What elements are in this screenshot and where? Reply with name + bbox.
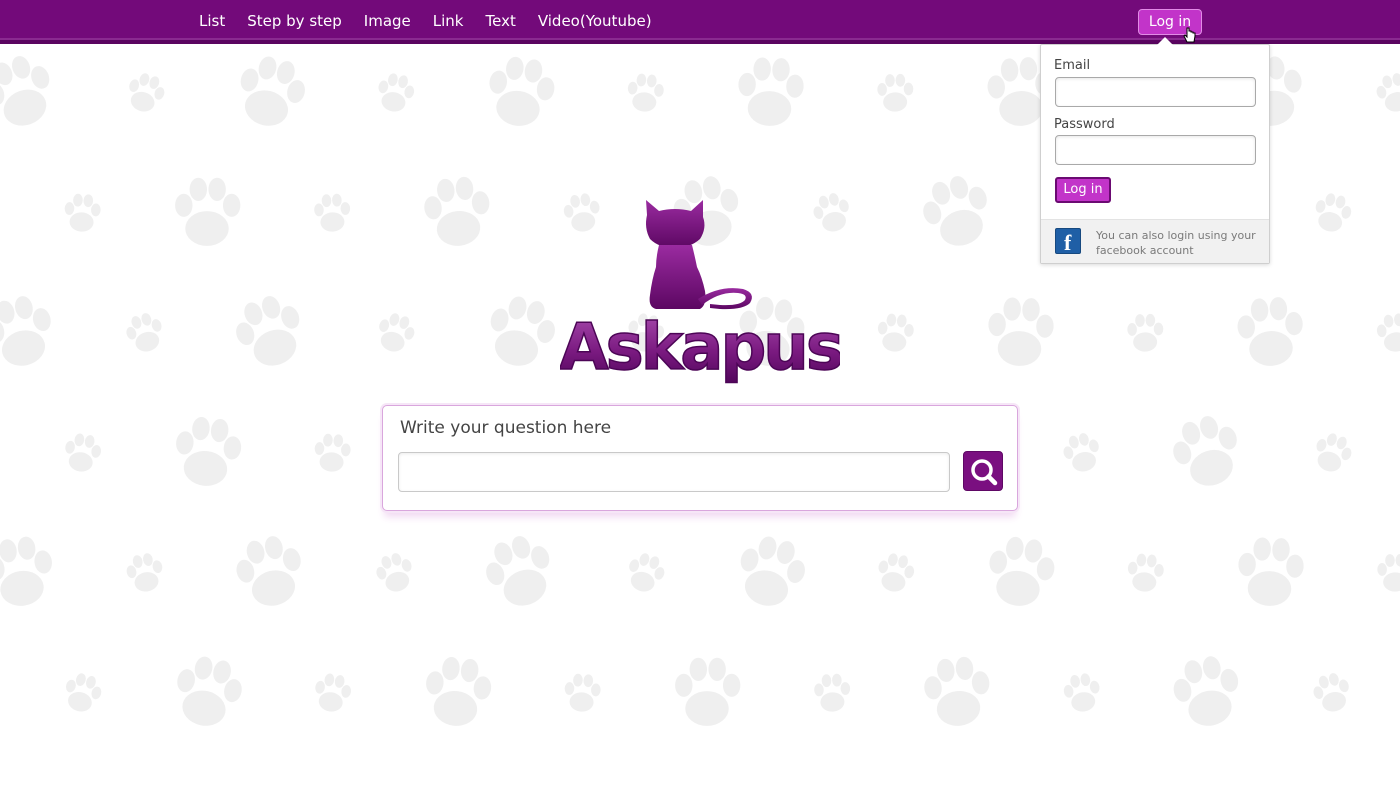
paw-print-56	[983, 533, 1059, 611]
paw-print-19	[915, 169, 999, 255]
nav-link-list[interactable]: List	[199, 12, 225, 30]
login-dropdown: Email Password Log in f You can also log…	[1040, 37, 1270, 264]
paw-print-11	[1373, 70, 1400, 116]
paw-print-60	[60, 670, 105, 716]
facebook-login-text[interactable]: You can also login using your facebook a…	[1096, 228, 1261, 258]
email-field[interactable]	[1055, 77, 1256, 107]
paw-print-28	[481, 291, 562, 374]
paw-print-33	[1127, 313, 1164, 352]
paw-print-45	[1165, 409, 1249, 495]
paw-print-49	[123, 550, 167, 595]
paw-print-55	[874, 551, 917, 595]
paw-print-13	[175, 177, 241, 246]
login-submit-button[interactable]: Log in	[1055, 177, 1111, 203]
nav-link-video[interactable]: Video(Youtube)	[538, 12, 652, 30]
paw-print-26	[227, 288, 313, 375]
paw-print-59	[1377, 553, 1400, 592]
paw-print-36	[61, 431, 104, 475]
paw-print-53	[623, 549, 669, 597]
paw-print-58	[1237, 536, 1305, 608]
paw-print-6	[737, 56, 805, 128]
nav-link-image[interactable]: Image	[364, 12, 411, 30]
logo-text: Askapus	[560, 311, 840, 385]
paw-print-66	[813, 673, 852, 713]
paw-print-38	[313, 433, 352, 473]
paw-print-52	[477, 528, 563, 615]
paw-print-3	[374, 71, 417, 115]
search-button[interactable]	[963, 451, 1003, 491]
paw-print-2	[231, 51, 312, 134]
paw-print-69	[1168, 651, 1247, 732]
facebook-login-section: f You can also login using your facebook…	[1041, 219, 1269, 263]
paw-print-0	[0, 48, 63, 135]
hand-cursor-icon	[1183, 27, 1196, 43]
paw-print-27	[373, 309, 419, 357]
paw-print-61	[169, 651, 248, 733]
question-search-box: Write your question here	[382, 405, 1018, 511]
paw-print-32	[987, 296, 1055, 368]
paw-print-57	[1125, 552, 1166, 594]
paw-print-62	[311, 671, 354, 715]
paw-print-22	[1310, 190, 1355, 236]
paw-print-51	[372, 549, 418, 596]
paw-print-50	[230, 530, 311, 613]
search-title: Write your question here	[400, 418, 612, 438]
paw-print-48	[0, 533, 58, 611]
paw-print-64	[563, 673, 602, 713]
paw-print-7	[877, 73, 914, 112]
paw-print-37	[171, 414, 244, 490]
paw-print-44	[1059, 429, 1105, 476]
paw-print-67	[921, 654, 994, 730]
paw-print-68	[1061, 671, 1103, 715]
paw-print-35	[1375, 311, 1400, 354]
email-label: Email	[1054, 58, 1091, 73]
paw-print-12	[63, 193, 102, 233]
paw-print-25	[122, 309, 168, 356]
question-input[interactable]	[398, 452, 950, 492]
askapus-logo[interactable]: Askapus	[558, 195, 846, 390]
paw-print-24	[0, 290, 61, 373]
nav-link-link[interactable]: Link	[433, 12, 464, 30]
paw-print-5	[625, 72, 666, 114]
paw-print-15	[421, 174, 494, 250]
paw-print-46	[1309, 429, 1356, 477]
paw-print-31	[875, 312, 916, 354]
nav-links: List Step by step Image Link Text Video(…	[199, 0, 674, 42]
nav-link-text[interactable]: Text	[485, 12, 515, 30]
paw-print-70	[1309, 669, 1355, 716]
search-icon	[971, 459, 998, 486]
nav-link-step-by-step[interactable]: Step by step	[247, 12, 342, 30]
cat-silhouette-icon	[646, 200, 752, 310]
password-field[interactable]	[1055, 135, 1256, 165]
paw-print-65	[675, 657, 741, 726]
paw-print-4	[483, 53, 559, 131]
paw-print-1	[123, 69, 169, 117]
paw-print-54	[731, 531, 812, 614]
paw-print-34	[1235, 295, 1306, 369]
facebook-icon[interactable]: f	[1055, 228, 1081, 255]
password-label: Password	[1054, 117, 1115, 132]
paw-print-14	[313, 193, 352, 233]
paw-print-63	[421, 654, 494, 730]
